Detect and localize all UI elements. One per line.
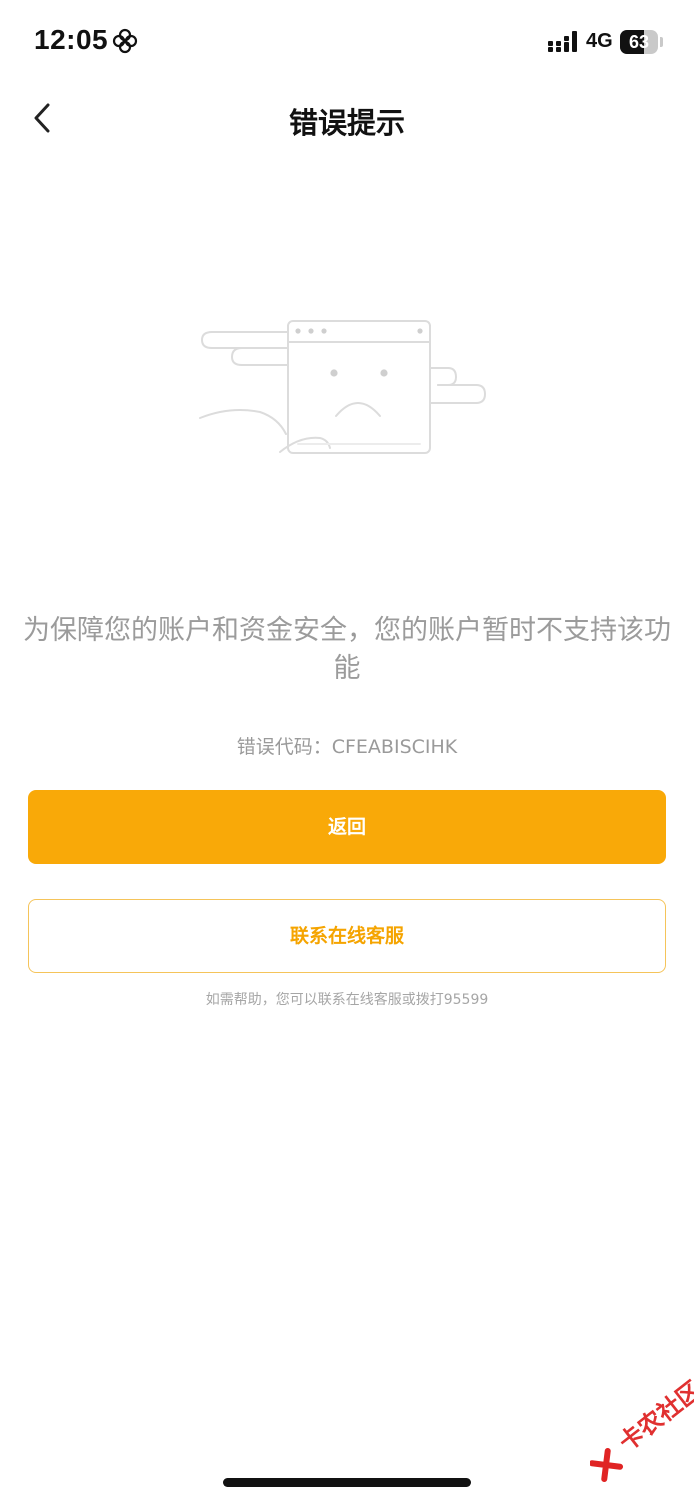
error-message: 为保障您的账户和资金安全，您的账户暂时不支持该功能 — [23, 615, 671, 684]
battery-icon: 63 — [620, 30, 658, 54]
cellular-signal-icon — [548, 31, 577, 52]
status-time: 12:05 — [34, 24, 109, 55]
battery-cap — [660, 37, 663, 47]
help-text: 如需帮助，您可以联系在线客服或拨打95599 — [205, 992, 489, 1008]
page-title: 错误提示 — [288, 106, 405, 140]
battery-level: 63 — [628, 32, 650, 52]
error-illustration — [199, 320, 486, 454]
return-button[interactable]: 返回 — [28, 790, 666, 864]
error-code: 错误代码：CFEABISCIHK — [236, 736, 458, 758]
status-bar: 12:05 4G 63 — [0, 0, 694, 84]
flower-icon — [112, 28, 138, 54]
contact-support-button[interactable]: 联系在线客服 — [28, 899, 666, 973]
nav-bar: 错误提示 — [0, 84, 694, 154]
network-type: 4G — [586, 30, 613, 52]
home-indicator[interactable] — [223, 1478, 471, 1487]
